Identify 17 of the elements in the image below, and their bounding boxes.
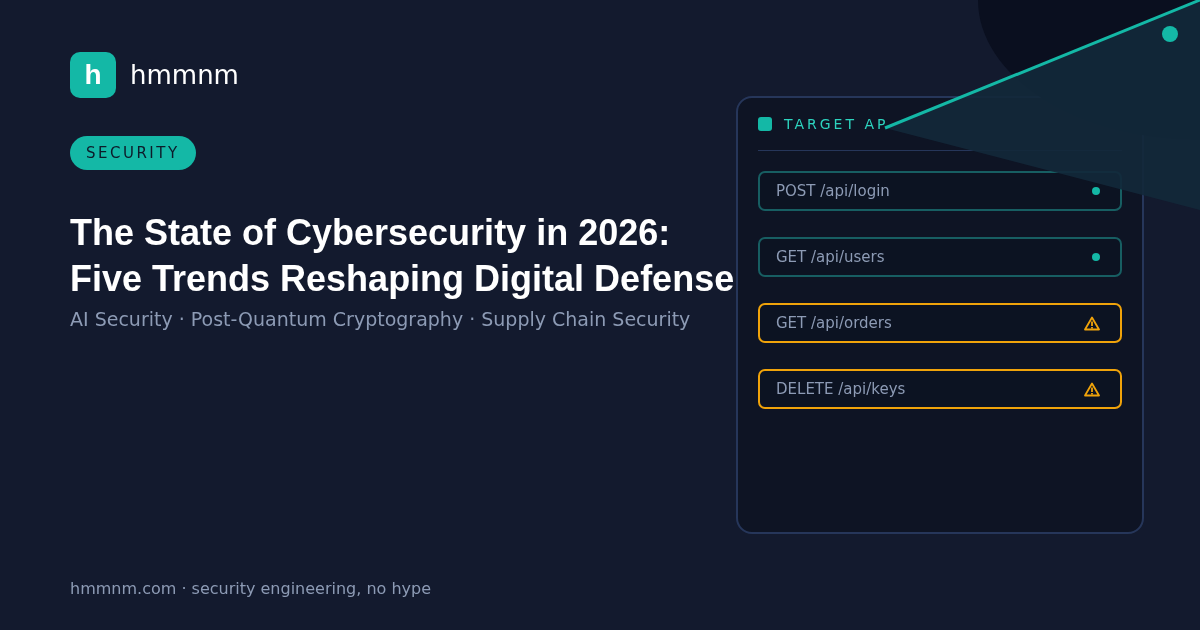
endpoint-label: GET /api/users [776,248,885,266]
endpoint-label: POST /api/login [776,182,890,200]
panel-title: TARGET AP [784,116,889,132]
warning-icon [1084,315,1100,331]
status-dot-icon [1092,187,1100,195]
headline: The State of Cybersecurity in 2026: [70,211,672,255]
warning-icon [1084,381,1100,397]
status-dot-icon [1092,253,1100,261]
square-icon [758,117,772,131]
category-tag: SECURITY [70,136,196,170]
headline: Five Trends Reshaping Digital Defense [70,257,735,301]
footer-text: hmmnm.com · security engineering, no hype [70,579,432,598]
endpoint-label: GET /api/orders [776,314,892,332]
endpoint-label: DELETE /api/keys [776,380,906,398]
subtitle: AI Security · Post-Quantum Cryptography · Supply Chain Security [70,308,691,330]
brand-name: hmmnm [130,60,239,90]
logo-icon: h [70,52,116,98]
